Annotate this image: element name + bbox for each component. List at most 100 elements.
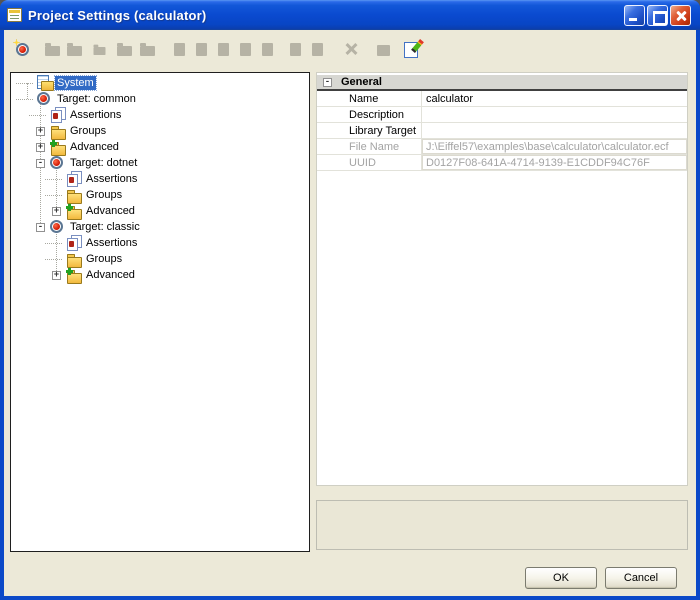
prop-label: UUID <box>347 155 421 170</box>
row-indent <box>317 123 347 138</box>
document-icon[interactable] <box>169 39 189 59</box>
prop-label: Description <box>347 107 421 122</box>
target-icon <box>50 155 66 171</box>
document-icon[interactable] <box>257 39 277 59</box>
section-header-general[interactable]: - General <box>317 75 687 91</box>
tree-item-label: Assertions <box>68 108 123 122</box>
tree-line-stub <box>52 191 61 200</box>
tree-item-assertions-dotnet[interactable]: Assertions <box>11 171 309 187</box>
tree-line-stub <box>23 95 32 104</box>
assertions-icon <box>66 171 82 187</box>
new-target-icon[interactable] <box>12 39 32 59</box>
assertions-icon <box>50 107 66 123</box>
prop-label: Library Target <box>347 123 421 138</box>
collapse-icon[interactable]: - <box>36 159 45 168</box>
expand-icon[interactable]: + <box>36 127 45 136</box>
name-value-cell[interactable]: calculator <box>421 91 687 106</box>
tree-item-advanced-dotnet[interactable]: + Advanced <box>11 203 309 219</box>
edit-icon[interactable] <box>402 39 422 59</box>
minimize-button[interactable] <box>624 5 645 26</box>
tree-item-advanced-classic[interactable]: + Advanced <box>11 267 309 283</box>
property-grid: - General Name calculator Description Li… <box>316 72 688 486</box>
prop-row-description: Description <box>317 107 687 123</box>
folder-icon <box>66 187 82 203</box>
delete-icon[interactable] <box>341 39 361 59</box>
expand-icon[interactable]: + <box>52 271 61 280</box>
collapse-icon[interactable]: - <box>323 78 332 87</box>
toolbar <box>8 36 422 62</box>
maximize-button[interactable] <box>647 5 668 26</box>
prop-row-uuid: UUID D0127F08-641A-4714-9139-E1CDDF94C76… <box>317 155 687 171</box>
document-icon[interactable] <box>191 39 211 59</box>
folder-icon[interactable] <box>42 39 62 59</box>
section-title: General <box>341 76 382 88</box>
tree-line-stub <box>52 255 61 264</box>
expand-icon[interactable]: + <box>52 207 61 216</box>
row-indent <box>317 155 347 170</box>
tree-item-label: Groups <box>68 124 108 138</box>
tree-item-target-classic[interactable]: - Target: classic <box>11 219 309 235</box>
collapse-icon[interactable]: - <box>36 223 45 232</box>
folder-icon <box>50 123 66 139</box>
prop-label: Name <box>347 91 421 106</box>
tree-item-label: Groups <box>84 188 124 202</box>
tree-item-advanced-common[interactable]: + Advanced <box>11 139 309 155</box>
tree-item-assertions-classic[interactable]: Assertions <box>11 235 309 251</box>
box-icon[interactable] <box>373 39 393 59</box>
document-icon[interactable] <box>285 39 305 59</box>
ok-button[interactable]: OK <box>525 567 597 589</box>
folder-icon <box>66 251 82 267</box>
file-name-value-cell: J:\Eiffel57\examples\base\calculator\cal… <box>421 139 687 154</box>
document-icon[interactable] <box>235 39 255 59</box>
advanced-folder-icon <box>66 203 82 219</box>
prop-row-file-name: File Name J:\Eiffel57\examples\base\calc… <box>317 139 687 155</box>
project-settings-window: Project Settings (calculator) <box>0 0 700 600</box>
tree-item-label: Assertions <box>84 172 139 186</box>
close-button[interactable] <box>670 5 691 26</box>
tree-item-label: Target: dotnet <box>68 156 139 170</box>
document-icon[interactable] <box>213 39 233 59</box>
target-icon <box>50 219 66 235</box>
prop-label: File Name <box>347 139 421 154</box>
uuid-value-cell: D0127F08-641A-4714-9139-E1CDDF94C76F <box>421 155 687 170</box>
tree-item-groups-classic[interactable]: Groups <box>11 251 309 267</box>
tree-item-target-dotnet[interactable]: - Target: dotnet <box>11 155 309 171</box>
folder-icon[interactable] <box>114 39 134 59</box>
tree-item-groups-dotnet[interactable]: Groups <box>11 187 309 203</box>
description-panel <box>316 500 688 550</box>
move-icon[interactable] <box>89 39 109 59</box>
tree-item-label: Advanced <box>68 140 121 154</box>
tree-item-target-common[interactable]: Target: common <box>11 91 309 107</box>
window-controls <box>624 5 691 26</box>
prop-row-name: Name calculator <box>317 91 687 107</box>
row-indent <box>317 139 347 154</box>
folder-icon[interactable] <box>137 39 157 59</box>
row-indent <box>317 91 347 106</box>
tree-line-stub <box>52 239 61 248</box>
assertions-icon <box>66 235 82 251</box>
advanced-folder-icon <box>66 267 82 283</box>
library-target-value-cell[interactable] <box>421 123 687 138</box>
advanced-folder-icon <box>50 139 66 155</box>
tree-item-label: Target: classic <box>68 220 142 234</box>
tree-line-stub <box>52 175 61 184</box>
tree-item-label: Advanced <box>84 204 137 218</box>
folder-icon[interactable] <box>64 39 84 59</box>
row-indent <box>317 107 347 122</box>
target-icon <box>37 91 53 107</box>
prop-row-library-target: Library Target <box>317 123 687 139</box>
tree-item-label: Assertions <box>84 236 139 250</box>
tree-item-assertions-common[interactable]: Assertions <box>11 107 309 123</box>
expand-icon[interactable]: + <box>36 143 45 152</box>
window-icon <box>7 8 22 22</box>
tree-line-stub <box>23 79 32 88</box>
titlebar: Project Settings (calculator) <box>0 0 700 30</box>
cancel-button[interactable]: Cancel <box>605 567 677 589</box>
tree-item-system[interactable]: System <box>11 75 309 91</box>
tree-item-label: Advanced <box>84 268 137 282</box>
tree-item-label: Groups <box>84 252 124 266</box>
tree-item-groups-common[interactable]: + Groups <box>11 123 309 139</box>
document-icon[interactable] <box>307 39 327 59</box>
system-icon <box>37 75 53 91</box>
description-value-cell[interactable] <box>421 107 687 122</box>
